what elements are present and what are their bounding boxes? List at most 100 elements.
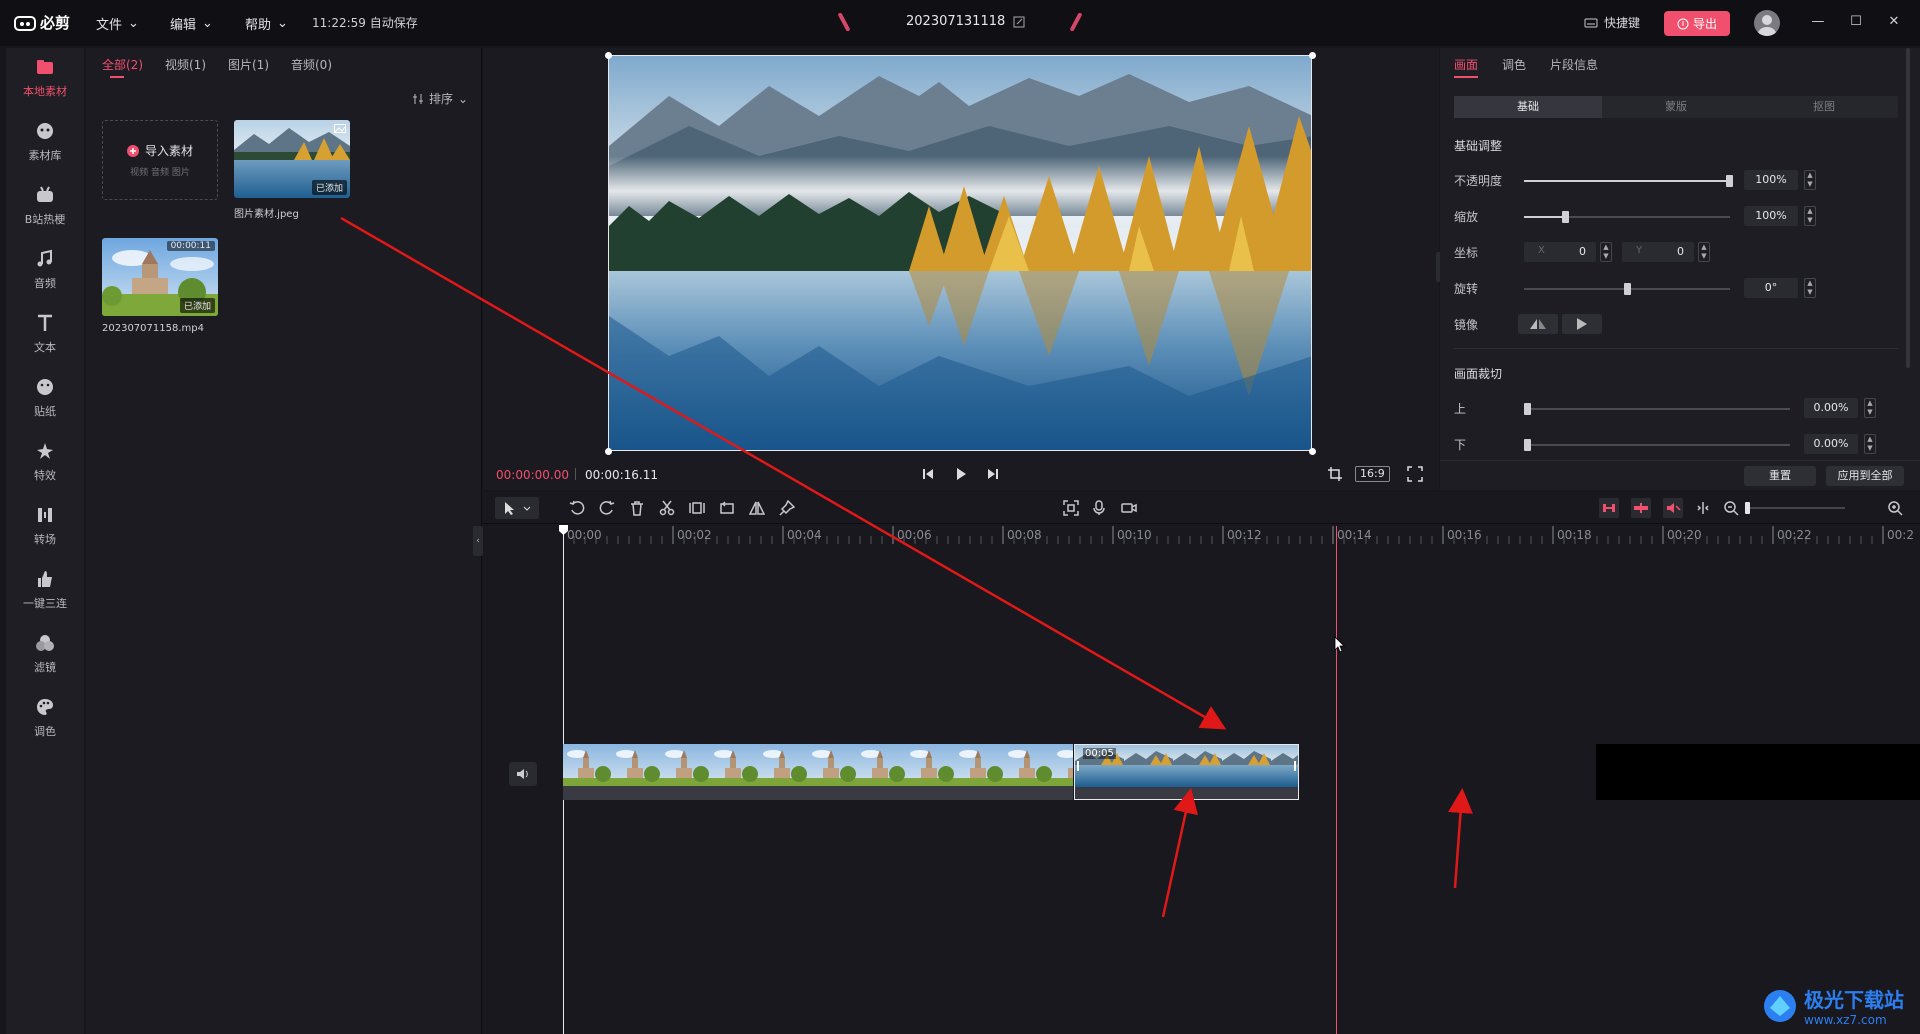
avatar[interactable] — [1754, 10, 1780, 36]
added-badge: 已添加 — [311, 180, 347, 195]
zoom-slider[interactable] — [1745, 502, 1845, 514]
menu-help[interactable]: 帮助 ⌄ — [245, 14, 288, 33]
resize-handle-br[interactable] — [1309, 448, 1316, 455]
scrollbar[interactable] — [1906, 48, 1910, 368]
redo-button[interactable] — [599, 500, 615, 516]
magnet-button[interactable] — [1599, 498, 1619, 518]
sort-dropdown[interactable]: 排序 ⌄ — [412, 90, 468, 107]
aspect-ratio-button[interactable]: 16:9 — [1355, 466, 1390, 482]
export-button[interactable]: 导出 — [1664, 11, 1730, 36]
mirror-button[interactable] — [749, 500, 765, 516]
sidebar-item-bilibili-memes[interactable]: B站热梗 — [6, 176, 84, 236]
sidebar-item-color-grading[interactable]: 调色 — [6, 688, 84, 748]
pin-button[interactable] — [779, 500, 795, 516]
rotation-input[interactable]: 0° — [1744, 278, 1798, 298]
mirror-vertical-button[interactable] — [1562, 314, 1602, 334]
media-item-video[interactable]: 00:00:11 已添加 — [102, 238, 218, 316]
apply-all-button[interactable]: 应用到全部 — [1826, 466, 1904, 486]
sidebar-item-local-media[interactable]: 本地素材 — [6, 48, 84, 108]
import-media-button[interactable]: 导入素材 视频 音频 图片 — [102, 120, 218, 200]
crop-bottom-stepper[interactable]: ▲ ▼ — [1864, 434, 1876, 454]
position-label: 坐标 — [1454, 246, 1479, 260]
resize-handle-tr[interactable] — [1309, 52, 1316, 59]
tab-picture[interactable]: 画面 — [1454, 56, 1478, 73]
media-item-image[interactable]: 已添加 — [234, 120, 350, 198]
opacity-stepper[interactable]: ▲ ▼ — [1804, 170, 1816, 190]
sidebar-item-audio[interactable]: 音频 — [6, 240, 84, 300]
position-x-stepper[interactable]: ▲ ▼ — [1600, 242, 1612, 262]
mute-original-button[interactable] — [1663, 498, 1683, 518]
crop-top-input[interactable]: 0.00% — [1804, 398, 1858, 418]
segment-basic[interactable]: 基础 — [1454, 96, 1602, 118]
scale-stepper[interactable]: ▲ ▼ — [1804, 206, 1816, 226]
collapse-media-button[interactable]: ‹ — [473, 526, 483, 556]
sidebar-item-text[interactable]: 文本 — [6, 304, 84, 364]
tab-color[interactable]: 调色 — [1502, 56, 1526, 73]
tab-audio[interactable]: 音频(0) — [291, 56, 332, 73]
zoom-in-button[interactable] — [1887, 500, 1903, 516]
close-button[interactable]: ✕ — [1886, 14, 1902, 30]
freeze-icon — [689, 502, 705, 514]
fit-timeline-button[interactable] — [1695, 500, 1711, 516]
menu-file[interactable]: 文件 ⌄ — [96, 14, 139, 33]
tab-clip-info[interactable]: 片段信息 — [1550, 56, 1598, 73]
position-y-input[interactable]: Y 0 — [1622, 242, 1694, 262]
sidebar-item-effects[interactable]: 特效 — [6, 432, 84, 492]
play-button[interactable] — [953, 466, 969, 482]
crop-bottom-input[interactable]: 0.00% — [1804, 434, 1858, 454]
track-volume-button[interactable] — [509, 762, 537, 786]
sidebar-item-library[interactable]: 素材库 — [6, 112, 84, 172]
sidebar-item-filter[interactable]: 滤镜 — [6, 624, 84, 684]
sidebar-item-sticker[interactable]: 贴纸 — [6, 368, 84, 428]
shortcut-button[interactable]: 快捷键 — [1584, 14, 1640, 31]
timeline-start-handle[interactable] — [559, 525, 568, 535]
playhead[interactable] — [1336, 526, 1337, 1034]
split-button[interactable] — [659, 500, 675, 516]
select-tool-dropdown[interactable] — [495, 497, 539, 519]
next-frame-button[interactable] — [985, 466, 1001, 482]
rotation-stepper[interactable]: ▲ ▼ — [1804, 278, 1816, 298]
opacity-slider[interactable] — [1524, 175, 1733, 187]
tab-image[interactable]: 图片(1) — [228, 56, 269, 73]
crop-top-slider[interactable] — [1524, 403, 1790, 415]
scene-detect-button[interactable] — [1063, 500, 1079, 516]
project-title[interactable]: 202307131118 — [906, 14, 1025, 29]
menu-help-label: 帮助 — [245, 18, 272, 33]
video-clip[interactable] — [563, 744, 1073, 800]
export-label: 导出 — [1692, 17, 1717, 31]
sidebar-item-triple-like[interactable]: 一键三连 — [6, 560, 84, 620]
resize-handle-tl[interactable] — [605, 52, 612, 59]
record-video-button[interactable] — [1121, 500, 1137, 516]
scale-input[interactable]: 100% — [1744, 206, 1798, 226]
mirror-horizontal-button[interactable] — [1518, 314, 1558, 334]
sidebar-item-transition[interactable]: 转场 — [6, 496, 84, 556]
prev-frame-button[interactable] — [920, 466, 936, 482]
segment-mask[interactable]: 蒙版 — [1602, 96, 1750, 118]
reverse-button[interactable] — [719, 500, 735, 516]
rotation-slider[interactable] — [1524, 283, 1730, 295]
tab-all[interactable]: 全部(2) — [102, 56, 143, 73]
tab-video[interactable]: 视频(1) — [165, 56, 206, 73]
menu-edit[interactable]: 编辑 ⌄ — [170, 14, 213, 33]
position-x-input[interactable]: X 0 — [1524, 242, 1596, 262]
fullscreen-button[interactable] — [1407, 466, 1423, 482]
freeze-frame-button[interactable] — [689, 500, 705, 516]
preview-canvas[interactable] — [608, 55, 1312, 451]
crop-top-stepper[interactable]: ▲ ▼ — [1864, 398, 1876, 418]
undo-button[interactable] — [569, 500, 585, 516]
opacity-input[interactable]: 100% — [1744, 170, 1798, 190]
zoom-out-button[interactable] — [1723, 500, 1739, 516]
record-audio-button[interactable] — [1091, 500, 1107, 516]
segment-cutout[interactable]: 抠图 — [1750, 96, 1898, 118]
position-y-stepper[interactable]: ▲ ▼ — [1698, 242, 1710, 262]
crop-bottom-slider[interactable] — [1524, 439, 1790, 451]
image-clip[interactable]: 00:05 — [1074, 744, 1299, 800]
linkage-button[interactable] — [1631, 498, 1651, 518]
reset-button[interactable]: 重置 — [1744, 466, 1816, 486]
maximize-button[interactable]: ☐ — [1848, 14, 1864, 30]
delete-button[interactable] — [629, 500, 645, 516]
minimize-button[interactable]: — — [1810, 14, 1826, 30]
scale-slider[interactable] — [1524, 211, 1730, 223]
crop-button[interactable] — [1327, 466, 1343, 482]
resize-handle-bl[interactable] — [605, 448, 612, 455]
